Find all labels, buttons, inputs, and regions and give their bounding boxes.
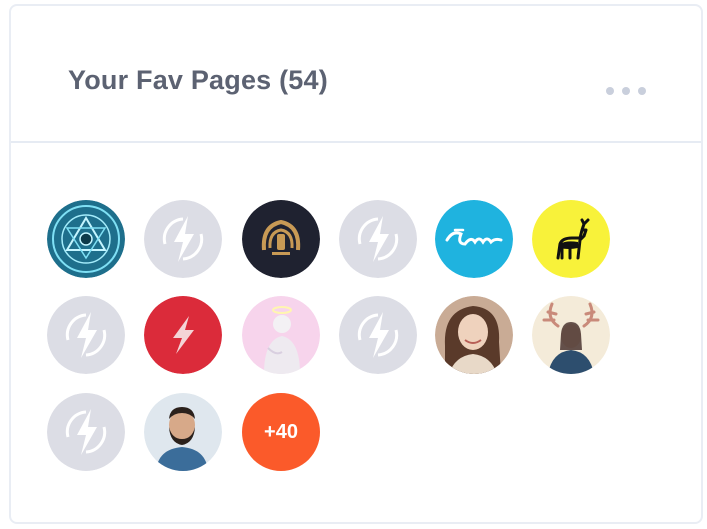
card-title: Your Fav Pages (54) [68,65,328,95]
script-logo-icon [435,200,513,278]
more-options-button[interactable] [606,84,646,98]
page-avatar-placeholder[interactable] [47,393,125,471]
page-avatar-gold-emblem[interactable] [242,200,320,278]
gold-emblem-icon [242,200,320,278]
lightning-logo-icon [144,296,222,374]
bolt-placeholder-icon [47,393,125,471]
page-avatar-placeholder[interactable] [144,200,222,278]
angel-statue-icon [242,296,320,374]
page-avatar-man-photo[interactable] [144,393,222,471]
antlers-photo-icon [532,296,610,374]
bolt-placeholder-icon [339,296,417,374]
bolt-placeholder-icon [47,296,125,374]
page-avatar-placeholder[interactable] [339,296,417,374]
more-pages-badge[interactable]: +40 [242,393,320,471]
more-dot-icon [606,87,614,95]
bolt-placeholder-icon [339,200,417,278]
page-avatar-lightning-logo[interactable] [144,296,222,374]
bolt-placeholder-icon [144,200,222,278]
more-pages-count: +40 [264,420,298,443]
woman-photo-icon [435,296,513,374]
page-avatar-placeholder[interactable] [339,200,417,278]
page-avatar-placeholder[interactable] [47,296,125,374]
deer-logo-icon [532,200,610,278]
more-dot-icon [622,87,630,95]
page-avatar-antlers-photo[interactable] [532,296,610,374]
page-avatar-tech-logo[interactable] [47,200,125,278]
tech-logo-icon [47,200,125,278]
page-avatar-woman-photo[interactable] [435,296,513,374]
page-avatar-angel-statue[interactable] [242,296,320,374]
man-photo-icon [144,393,222,471]
card-header: Your Fav Pages (54) [11,6,701,143]
more-dot-icon [638,87,646,95]
page-avatar-script-logo[interactable] [435,200,513,278]
page-avatar-deer-logo[interactable] [532,200,610,278]
